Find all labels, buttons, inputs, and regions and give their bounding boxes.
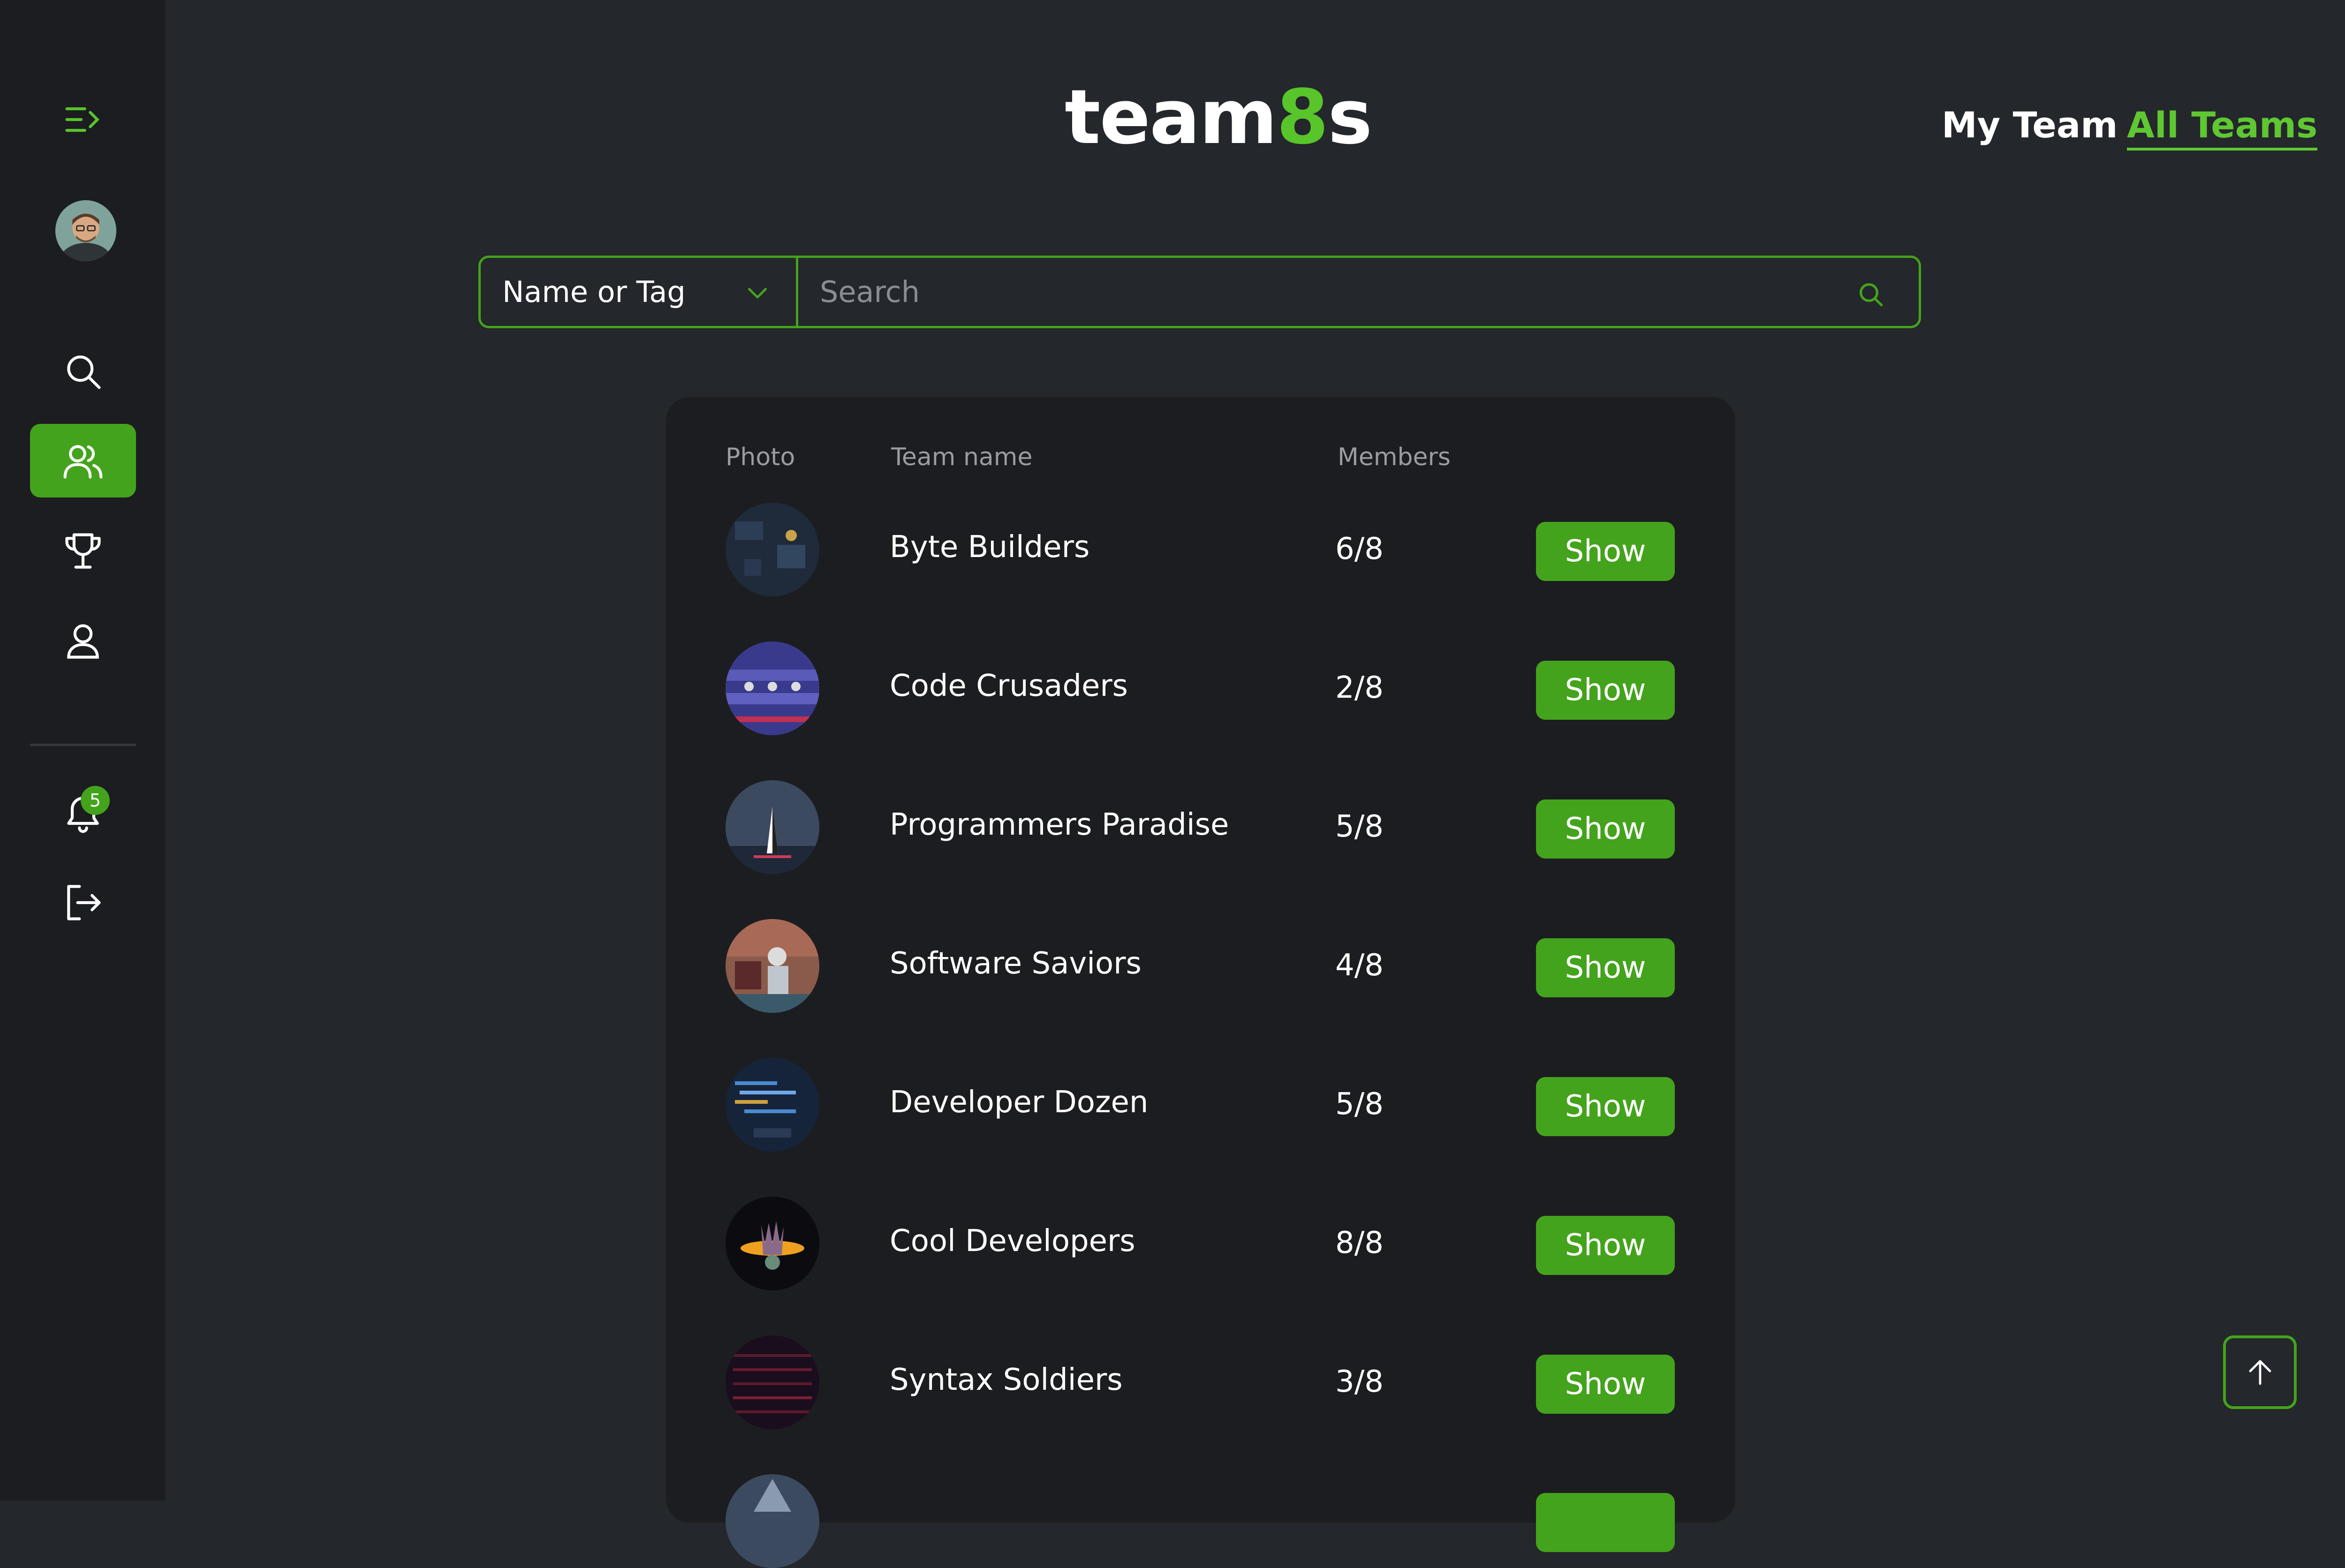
logo-text-prefix: team bbox=[1065, 73, 1278, 161]
team-name: Developer Dozen bbox=[890, 1085, 1149, 1120]
show-team-button[interactable]: Show bbox=[1536, 799, 1675, 859]
nav-my-team[interactable]: My Team bbox=[1942, 104, 2118, 146]
search-filter-value: Name or Tag bbox=[502, 275, 686, 309]
table-row: Cool Developers 8/8 Show bbox=[0, 1197, 2345, 1290]
team-members: 4/8 bbox=[1335, 948, 1384, 983]
team-members: 5/8 bbox=[1335, 1087, 1384, 1122]
show-team-button[interactable]: Show bbox=[1536, 1077, 1675, 1136]
sidebar-divider bbox=[30, 744, 136, 746]
logo-text-suffix: s bbox=[1328, 73, 1372, 161]
search-icon bbox=[67, 355, 101, 389]
team-name: Programmers Paradise bbox=[890, 807, 1229, 842]
sidebar-item-search[interactable] bbox=[30, 334, 136, 408]
team-members: 2/8 bbox=[1335, 671, 1384, 705]
team-photo bbox=[726, 503, 819, 596]
team-members: 8/8 bbox=[1335, 1226, 1384, 1260]
sidebar-item-teams[interactable] bbox=[30, 424, 136, 498]
show-team-button[interactable]: Show bbox=[1536, 661, 1675, 720]
team-name: Byte Builders bbox=[890, 530, 1090, 565]
show-team-button[interactable]: Show bbox=[1536, 1216, 1675, 1275]
column-header-team-name: Team name bbox=[891, 443, 1033, 471]
team-name: Software Saviors bbox=[890, 946, 1142, 981]
scroll-to-top-button[interactable] bbox=[2223, 1335, 2297, 1409]
show-team-button[interactable]: Show bbox=[1536, 522, 1675, 581]
team-name: Cool Developers bbox=[890, 1224, 1135, 1259]
team-photo bbox=[726, 1197, 819, 1290]
nav-all-teams[interactable]: All Teams bbox=[2127, 104, 2318, 151]
team-photo bbox=[726, 919, 819, 1013]
avatar-portrait bbox=[55, 200, 116, 261]
team-members: 3/8 bbox=[1335, 1364, 1384, 1399]
table-row bbox=[0, 1474, 2345, 1568]
team-photo bbox=[726, 1474, 819, 1568]
app-logo[interactable]: team8s bbox=[1065, 80, 1372, 155]
logo-text-accent: 8 bbox=[1276, 73, 1329, 161]
user-avatar[interactable] bbox=[55, 200, 116, 261]
search-bar: Name or Tag Search bbox=[478, 256, 1921, 328]
show-team-button[interactable]: Show bbox=[1536, 1355, 1675, 1414]
show-team-button[interactable]: Show bbox=[1536, 938, 1675, 997]
table-row: Code Crusaders 2/8 Show bbox=[0, 641, 2345, 735]
column-header-members: Members bbox=[1338, 443, 1451, 471]
users-icon bbox=[63, 445, 103, 479]
team-members: 5/8 bbox=[1335, 809, 1384, 844]
team-photo bbox=[726, 641, 819, 735]
menu-toggle-button[interactable] bbox=[30, 83, 136, 156]
menu-expand-icon bbox=[65, 107, 100, 132]
table-row: Byte Builders 6/8 Show bbox=[0, 503, 2345, 596]
team-photo bbox=[726, 1335, 819, 1429]
team-members: 6/8 bbox=[1335, 532, 1384, 566]
search-placeholder: Search bbox=[820, 275, 920, 309]
show-team-button[interactable] bbox=[1536, 1493, 1675, 1552]
logout-icon bbox=[67, 884, 101, 920]
search-filter-select[interactable]: Name or Tag bbox=[481, 258, 798, 326]
team-photo bbox=[726, 1058, 819, 1152]
search-input[interactable]: Search bbox=[798, 258, 1919, 326]
team-photo bbox=[726, 780, 819, 874]
arrow-up-icon bbox=[2249, 1360, 2271, 1385]
table-row: Developer Dozen 5/8 Show bbox=[0, 1058, 2345, 1152]
chevron-down-icon bbox=[748, 288, 767, 299]
table-row: Syntax Soldiers 3/8 Show bbox=[0, 1335, 2345, 1429]
team-name: Code Crusaders bbox=[890, 669, 1128, 703]
column-header-photo: Photo bbox=[726, 443, 795, 471]
table-row: Software Saviors 4/8 Show bbox=[0, 919, 2345, 1013]
search-icon[interactable] bbox=[1856, 279, 1886, 309]
table-row: Programmers Paradise 5/8 Show bbox=[0, 780, 2345, 874]
team-name: Syntax Soldiers bbox=[890, 1363, 1123, 1397]
